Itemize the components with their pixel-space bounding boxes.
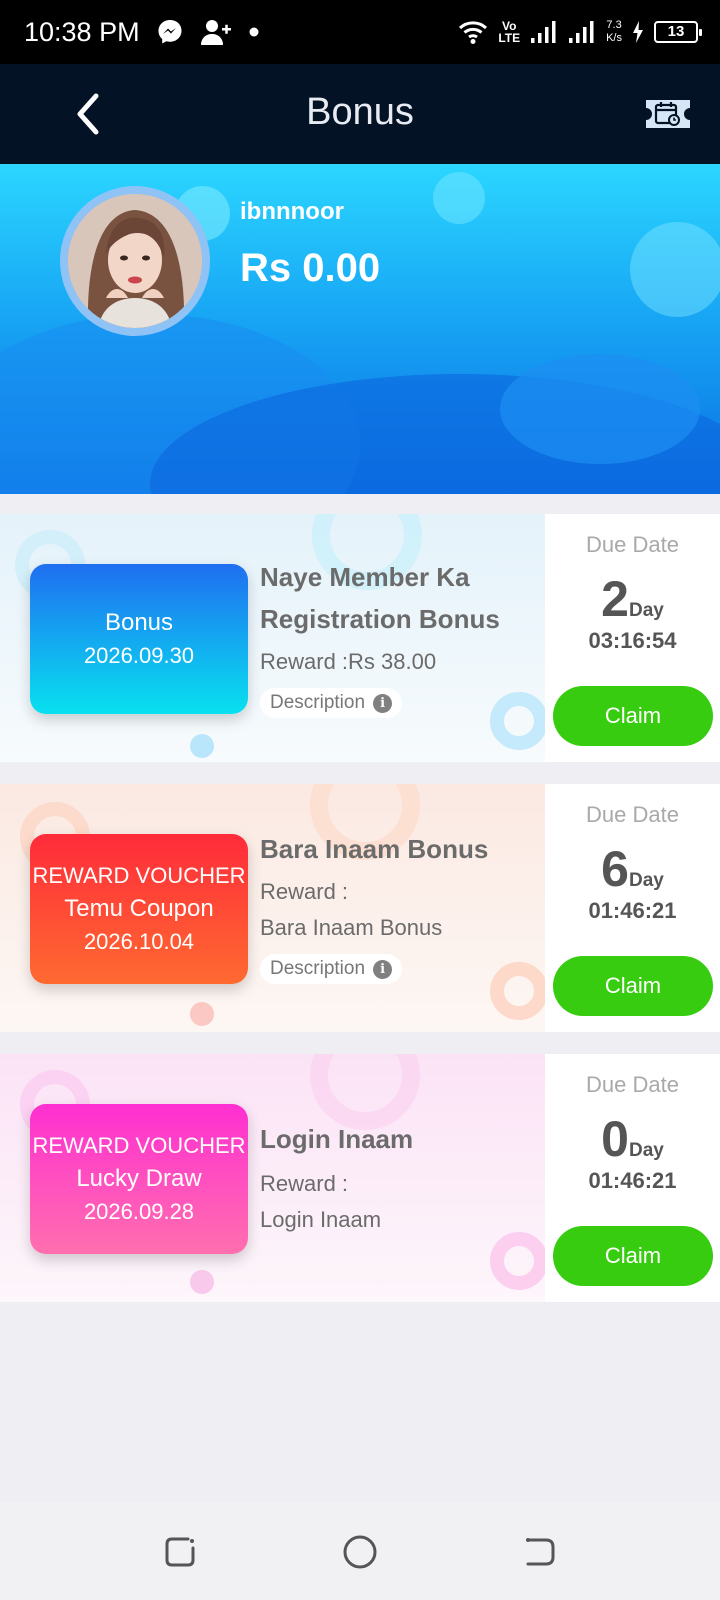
home-icon: [343, 1535, 377, 1569]
voucher-ticket: REWARD VOUCHER Temu Coupon 2026.10.04: [30, 834, 248, 984]
wifi-icon: [459, 21, 488, 44]
countdown-timer: 03:16:54: [588, 628, 677, 653]
page-title: Bonus: [306, 91, 414, 133]
username: ibnnnoor: [240, 198, 344, 225]
profile-banner: ibnnnoor Rs 0.00: [0, 164, 720, 494]
home-button[interactable]: [340, 1532, 380, 1572]
due-date-panel: Due Date 2Day 03:16:54 Claim: [545, 514, 720, 762]
bonus-card: REWARD VOUCHER Temu Coupon 2026.10.04 Ba…: [0, 784, 720, 1032]
claim-button[interactable]: Claim: [553, 956, 713, 1016]
recent-apps-icon: [165, 1537, 195, 1567]
due-date-panel: Due Date 0Day 01:46:21 Claim: [545, 1054, 720, 1302]
bonus-card: Bonus 2026.09.30 Naye Member Ka Registra…: [0, 514, 720, 762]
signal-icon: [531, 21, 556, 43]
info-icon: i: [373, 693, 393, 713]
add-user-icon: [201, 20, 231, 45]
countdown-timer: 01:46:21: [588, 1168, 677, 1193]
system-nav-bar: [0, 1502, 720, 1600]
reward-text: Reward :Rs 38.00: [260, 649, 437, 674]
voucher-calendar-icon: [646, 100, 690, 128]
reward-text: Bara Inaam Bonus: [260, 915, 443, 940]
avatar[interactable]: [60, 186, 210, 336]
balance-amount: Rs 0.00: [240, 246, 381, 290]
info-icon: i: [373, 959, 393, 979]
claim-button[interactable]: Claim: [553, 686, 713, 746]
network-speed: 7.3 K/s: [606, 19, 622, 44]
bonus-card: REWARD VOUCHER Lucky Draw 2026.09.28 Log…: [0, 1054, 720, 1302]
claim-button[interactable]: Claim: [553, 1226, 713, 1286]
reward-text: Reward :: [260, 879, 349, 904]
charging-icon: [633, 21, 643, 43]
signal-icon: [569, 21, 594, 43]
back-icon: [526, 1538, 555, 1566]
volte-icon: Vo LTE: [498, 19, 521, 45]
system-back-button[interactable]: [520, 1532, 560, 1572]
reward-text: Login Inaam: [260, 1207, 382, 1232]
days-remaining: 2Day: [601, 571, 664, 627]
bonus-title: Login Inaam: [260, 1124, 414, 1154]
recent-apps-button[interactable]: [160, 1532, 200, 1572]
due-date-panel: Due Date 6Day 01:46:21 Claim: [545, 784, 720, 1032]
voucher-button[interactable]: [644, 96, 692, 132]
reward-text: Reward :: [260, 1171, 349, 1196]
description-button[interactable]: Description i: [260, 688, 403, 718]
dot-icon: [249, 27, 259, 37]
voucher-ticket: Bonus 2026.09.30: [30, 564, 248, 714]
countdown-timer: 01:46:21: [588, 898, 677, 923]
description-button[interactable]: Description i: [260, 954, 403, 984]
bonus-title: Bara Inaam Bonus: [260, 834, 489, 864]
battery-indicator: 13: [654, 21, 702, 43]
profile-photo: [68, 194, 202, 328]
voucher-ticket: REWARD VOUCHER Lucky Draw 2026.09.28: [30, 1104, 248, 1254]
bonus-title: Naye Member Ka Registration Bonus: [260, 562, 500, 634]
status-time: 10:38 PM: [24, 17, 140, 47]
days-remaining: 6Day: [601, 841, 664, 897]
messenger-icon: [158, 20, 182, 44]
days-remaining: 0Day: [601, 1111, 664, 1167]
app-header: Bonus: [0, 64, 720, 164]
status-bar: 10:38 PM Vo LTE 7.3 K/s 13: [0, 0, 720, 64]
